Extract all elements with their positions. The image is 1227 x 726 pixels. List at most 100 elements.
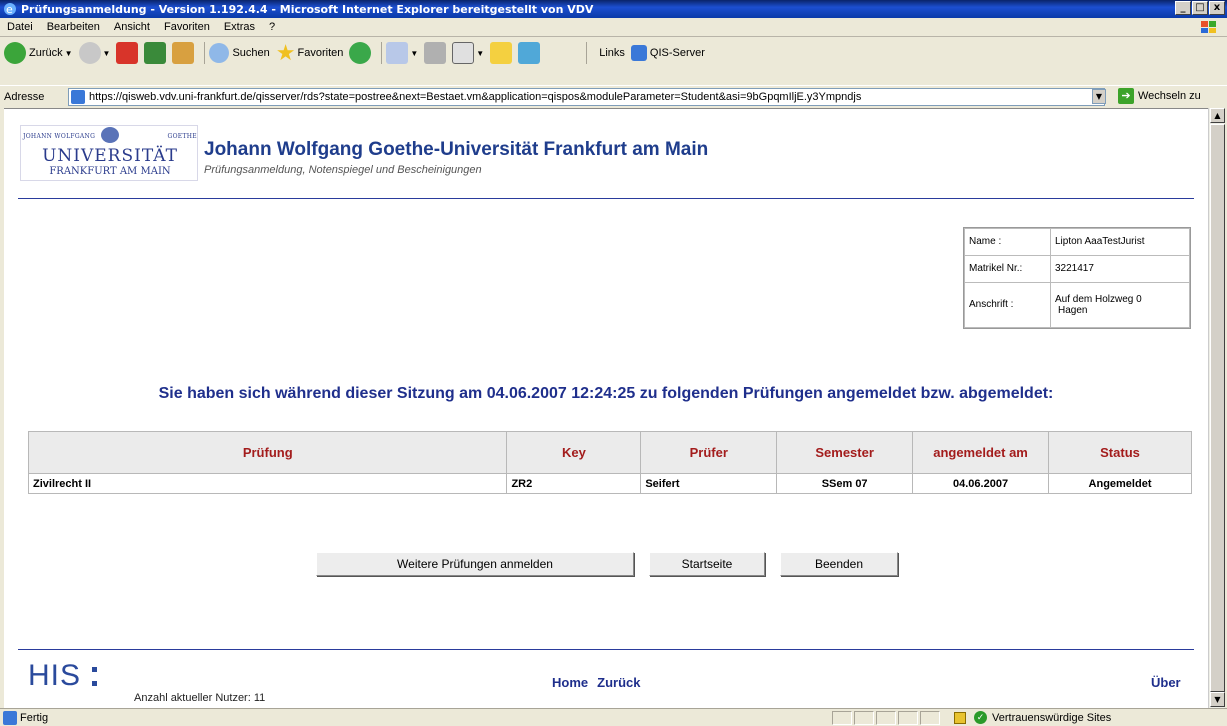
footer-links: Home Zurück bbox=[552, 675, 649, 690]
status-bar: Fertig ✓ Vertrauenswürdige Sites bbox=[0, 708, 1227, 726]
print-button[interactable] bbox=[424, 42, 447, 64]
scroll-down-button[interactable]: ▼ bbox=[1210, 692, 1225, 707]
address-url: https://qisweb.vdv.uni-frankfurt.de/qiss… bbox=[89, 91, 862, 103]
history-button[interactable] bbox=[349, 42, 372, 64]
address-dropdown-button[interactable]: ▼ bbox=[1092, 89, 1106, 104]
address-input[interactable]: https://qisweb.vdv.uni-frankfurt.de/qiss… bbox=[68, 88, 1105, 106]
header-divider bbox=[18, 198, 1194, 199]
window-title: Prüfungsanmeldung - Version 1.192.4.4 - … bbox=[21, 2, 594, 16]
go-label: Wechseln zu bbox=[1138, 90, 1201, 102]
menu-bearbeiten[interactable]: Bearbeiten bbox=[47, 21, 100, 33]
col-status: Status bbox=[1048, 431, 1192, 474]
cell-key: ZR2 bbox=[506, 473, 642, 494]
go-arrow-icon: ➔ bbox=[1118, 88, 1134, 104]
favorites-button[interactable]: ★ Favoriten bbox=[276, 42, 344, 64]
chevron-down-icon: ▼ bbox=[476, 48, 485, 58]
logo-uni-text: UNIVERSITÄT bbox=[42, 146, 178, 166]
menu-datei[interactable]: Datei bbox=[7, 21, 33, 33]
forward-arrow-icon bbox=[78, 42, 101, 64]
menu-bar: Datei Bearbeiten Ansicht Favoriten Extra… bbox=[0, 18, 1227, 37]
menu-extras[interactable]: Extras bbox=[224, 21, 255, 33]
ie-page-icon bbox=[3, 710, 17, 725]
logo-city-text: FRANKFURT AM MAIN bbox=[49, 166, 171, 177]
cell-semester: SSem 07 bbox=[776, 473, 914, 494]
col-key: Key bbox=[506, 431, 642, 474]
table-row: Zivilrecht II ZR2 Seifert SSem 07 04.06.… bbox=[27, 473, 1192, 494]
search-button[interactable]: Suchen bbox=[209, 43, 270, 63]
go-button[interactable]: ➔ Wechseln zu bbox=[1118, 88, 1201, 104]
cell-pruefung: Zivilrecht II bbox=[27, 473, 508, 494]
logo-text-left: JOHANN WOLFGANG bbox=[23, 133, 96, 140]
refresh-button[interactable] bbox=[144, 42, 167, 64]
messenger-icon bbox=[518, 42, 541, 64]
notes-button[interactable] bbox=[490, 42, 513, 64]
address-label: Anschrift : bbox=[964, 281, 1051, 329]
back-arrow-icon bbox=[4, 42, 26, 64]
university-logo: JOHANN WOLFGANG GOETHE UNIVERSITÄT FRANKF… bbox=[20, 125, 198, 181]
start-page-button[interactable]: Startseite bbox=[649, 552, 765, 576]
chevron-down-icon: ▼ bbox=[64, 48, 73, 58]
favorites-label: Favoriten bbox=[297, 47, 344, 59]
star-icon: ★ bbox=[275, 40, 296, 65]
vertical-scrollbar[interactable]: ▲ ▼ bbox=[1208, 108, 1225, 708]
scroll-thumb[interactable] bbox=[1210, 124, 1225, 692]
address-line2: Hagen bbox=[1058, 304, 1088, 316]
mail-icon bbox=[386, 42, 409, 64]
user-count: Anzahl aktueller Nutzer: 11 bbox=[134, 692, 266, 704]
cell-date: 04.06.2007 bbox=[912, 473, 1050, 494]
toolbar: Zurück ▼ ▼ Suchen ★ Favoriten ▼ ▼ Links … bbox=[0, 37, 1227, 85]
print-icon bbox=[424, 42, 447, 64]
qis-server-link[interactable]: QIS-Server bbox=[630, 45, 705, 61]
home-button[interactable] bbox=[172, 42, 195, 64]
links-label: Links bbox=[599, 47, 625, 59]
zone-text: Vertrauenswürdige Sites bbox=[992, 711, 1112, 724]
about-link[interactable]: Über bbox=[1151, 675, 1181, 690]
stop-icon bbox=[116, 42, 139, 64]
back-link[interactable]: Zurück bbox=[597, 675, 640, 690]
name-label: Name : bbox=[964, 228, 1051, 256]
back-label: Zurück bbox=[29, 47, 63, 59]
page-title: Johann Wolfgang Goethe-Universität Frank… bbox=[204, 139, 709, 160]
goethe-portrait-icon bbox=[101, 127, 119, 143]
back-button[interactable]: Zurück ▼ bbox=[4, 42, 73, 64]
lock-icon bbox=[954, 711, 966, 724]
edit-button[interactable]: ▼ bbox=[452, 42, 484, 64]
page-subtitle: Prüfungsanmeldung, Notenspiegel und Besc… bbox=[204, 164, 482, 176]
matrikel-label: Matrikel Nr.: bbox=[964, 254, 1051, 283]
forward-button[interactable]: ▼ bbox=[78, 42, 111, 64]
maximize-button[interactable]: □ bbox=[1192, 1, 1208, 15]
ie-page-icon bbox=[71, 90, 85, 104]
menu-favoriten[interactable]: Favoriten bbox=[164, 21, 210, 33]
home-link[interactable]: Home bbox=[552, 675, 588, 690]
cell-status: Angemeldet bbox=[1048, 473, 1192, 494]
windows-logo-icon bbox=[1201, 21, 1216, 33]
address-line1: Auf dem Holzweg 0 bbox=[1055, 293, 1142, 305]
matrikel-value: 3221417 bbox=[1050, 254, 1190, 283]
col-semester: Semester bbox=[776, 431, 914, 474]
search-icon bbox=[209, 43, 230, 63]
col-pruefer: Prüfer bbox=[640, 431, 778, 474]
scroll-up-button[interactable]: ▲ bbox=[1210, 108, 1225, 123]
history-icon bbox=[349, 42, 372, 64]
menu-help[interactable]: ? bbox=[269, 21, 275, 33]
stop-button[interactable] bbox=[116, 42, 139, 64]
more-exams-button[interactable]: Weitere Prüfungen anmelden bbox=[316, 552, 634, 576]
messenger-button[interactable] bbox=[518, 42, 541, 64]
word-icon bbox=[452, 42, 475, 64]
student-info-box: Name : Lipton AaaTestJurist Matrikel Nr.:… bbox=[963, 227, 1191, 329]
close-button[interactable]: x bbox=[1209, 1, 1225, 15]
menu-ansicht[interactable]: Ansicht bbox=[114, 21, 150, 33]
browser-window: e Prüfungsanmeldung - Version 1.192.4.4 … bbox=[0, 0, 1227, 726]
his-logo-text: HIS bbox=[28, 659, 82, 692]
svg-text:e: e bbox=[6, 3, 13, 16]
chevron-down-icon: ▼ bbox=[102, 48, 111, 58]
his-logo: HIS bbox=[28, 659, 97, 693]
quit-button[interactable]: Beenden bbox=[780, 552, 898, 576]
mail-button[interactable]: ▼ bbox=[386, 42, 418, 64]
confirmation-message: Sie haben sich während dieser Sitzung am… bbox=[158, 385, 1054, 402]
minimize-button[interactable]: _ bbox=[1175, 1, 1191, 15]
exams-table: Prüfung Key Prüfer Semester angemeldet a… bbox=[27, 431, 1192, 494]
name-value: Lipton AaaTestJurist bbox=[1050, 228, 1190, 256]
cell-pruefer: Seifert bbox=[640, 473, 778, 494]
refresh-icon bbox=[144, 42, 167, 64]
